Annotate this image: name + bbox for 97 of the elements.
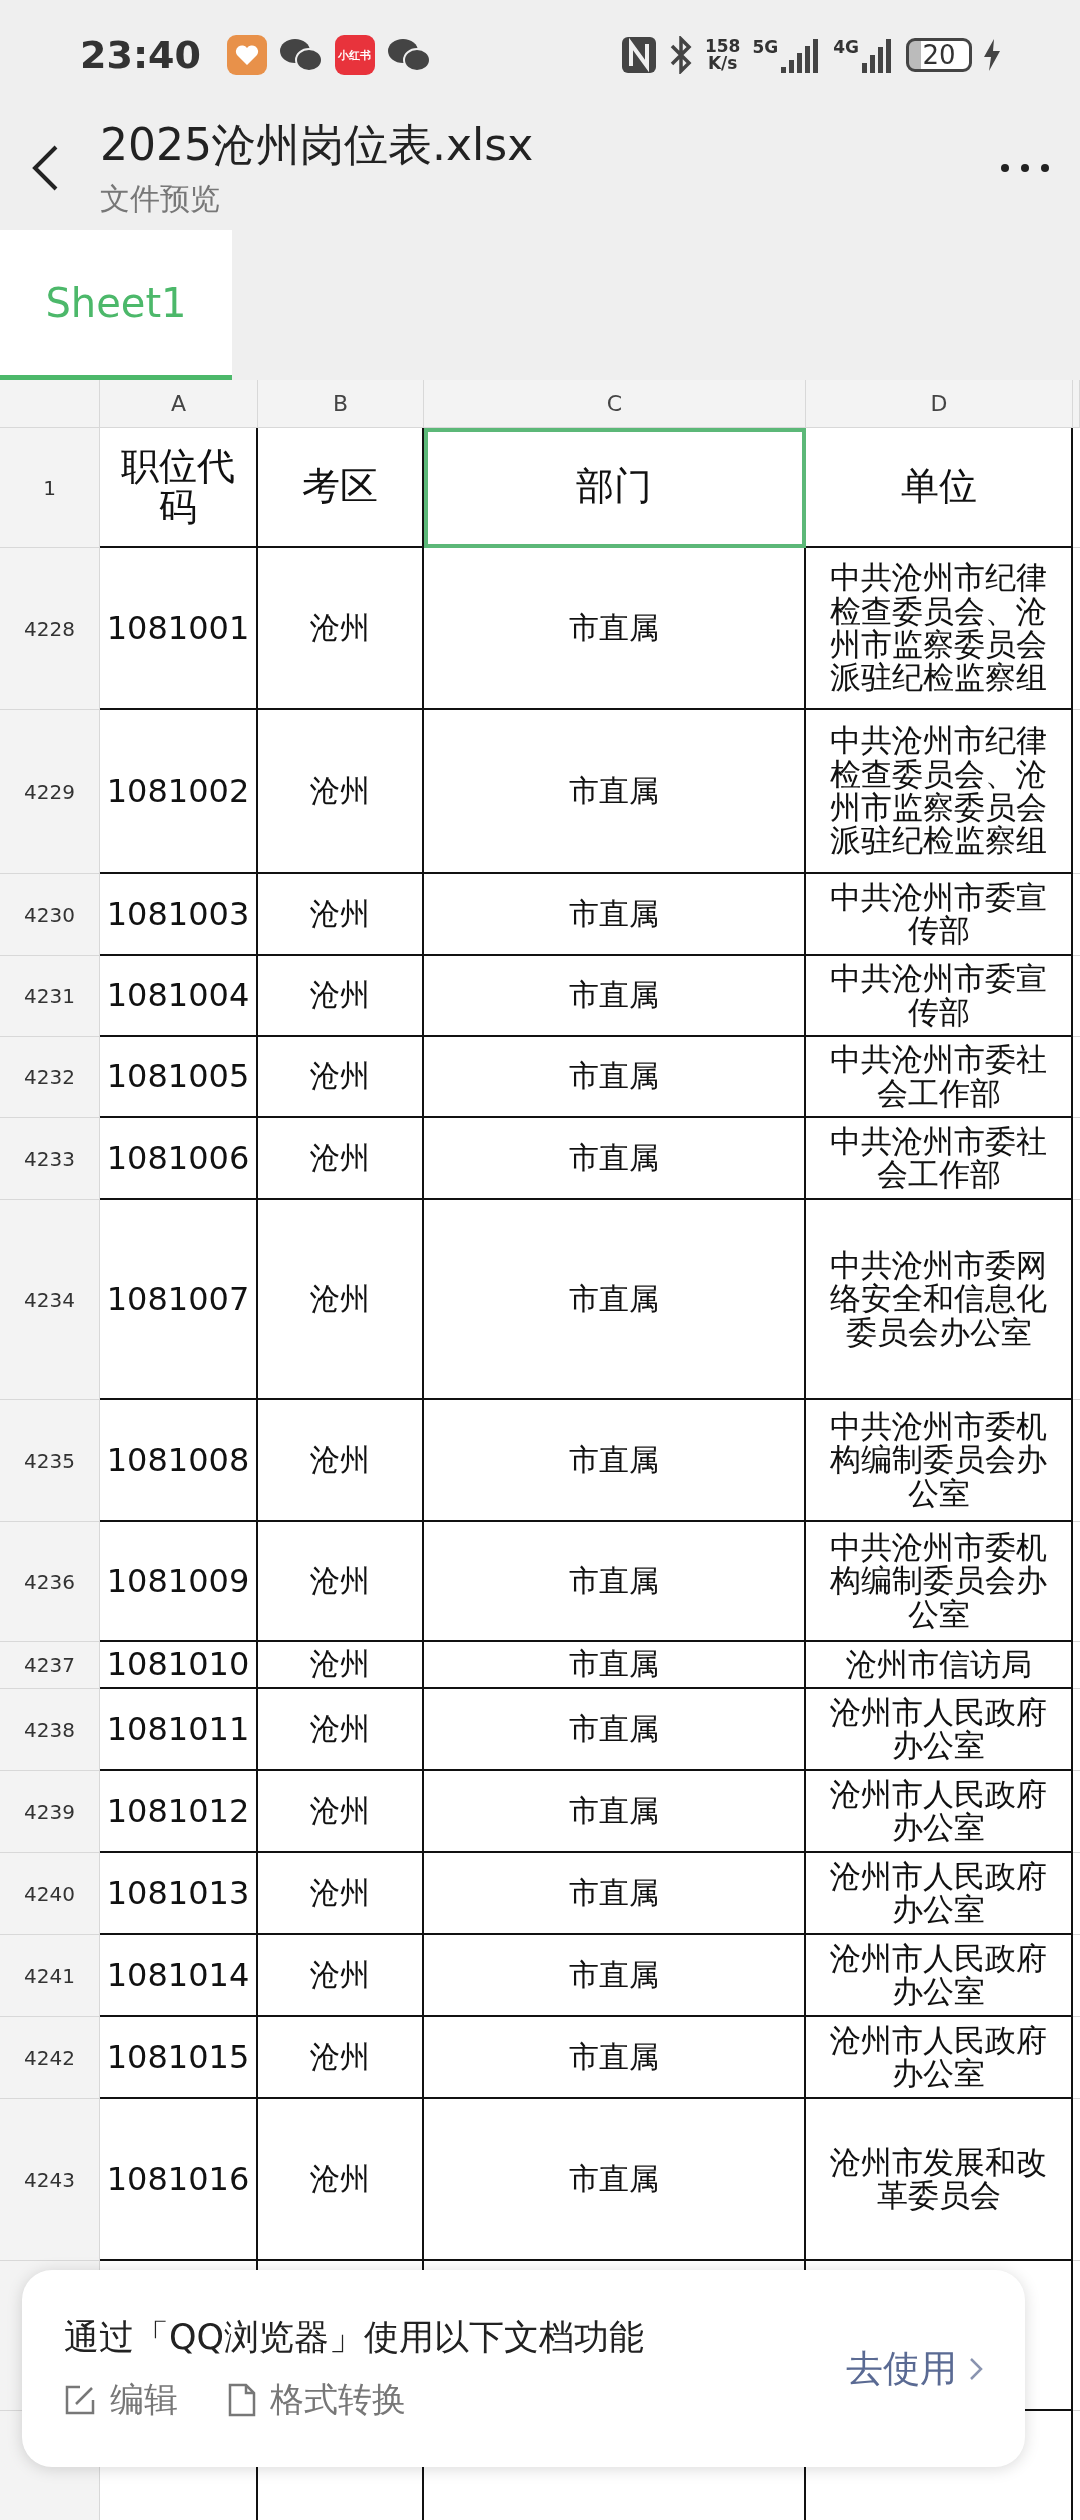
table-cell: 沧州 (258, 710, 424, 874)
row-number[interactable]: 4237 (0, 1642, 100, 1689)
table-cell: 市直属 (424, 2099, 806, 2261)
charging-bolt-icon (984, 39, 1000, 71)
document-icon (228, 2383, 256, 2417)
table-cell: 市直属 (424, 1200, 806, 1400)
row-number[interactable]: 4236 (0, 1522, 100, 1642)
chevron-right-icon (969, 2356, 983, 2381)
feature-option[interactable]: 编辑 (64, 2377, 178, 2423)
table-cell: 市直属 (424, 1522, 806, 1642)
row-number[interactable]: 4233 (0, 1118, 100, 1200)
chat-app-icon (278, 37, 323, 73)
network-label: 5G (752, 37, 779, 57)
table-cell: 沧州 (258, 2099, 424, 2261)
network-label: 4G (833, 37, 859, 57)
table-cell: 沧州 (258, 2017, 424, 2099)
header-cell: 考区 (258, 428, 424, 548)
signal-icon (862, 37, 894, 73)
more-options-icon[interactable] (1000, 162, 1050, 173)
header-cell: 部门 (424, 428, 806, 548)
bluetooth-icon (668, 36, 693, 74)
table-cell: 1081015 (100, 2017, 258, 2099)
row-number[interactable]: 4238 (0, 1689, 100, 1771)
heart-app-icon (226, 35, 267, 75)
table-cell: 1081009 (100, 1522, 258, 1642)
row-number[interactable]: 4242 (0, 2017, 100, 2099)
nfc-icon (620, 36, 657, 74)
table-cell: 市直属 (424, 1400, 806, 1522)
table-cell: 沧州 (258, 1037, 424, 1118)
table-cell: 市直属 (424, 548, 806, 710)
table-cell: 1081007 (100, 1200, 258, 1400)
table-cell: 1081012 (100, 1771, 258, 1853)
chat-app-icon (386, 37, 431, 73)
table-cell: 沧州 (258, 1118, 424, 1200)
go-use-link[interactable]: 去使用 (846, 2343, 983, 2394)
row-number[interactable]: 4228 (0, 548, 100, 710)
battery-indicator: 20 (906, 38, 972, 72)
back-button[interactable] (30, 143, 60, 192)
promo-message: 通过「QQ浏览器」使用以下文档功能 (64, 2316, 646, 2359)
file-title: 2025沧州岗位表.xlsx (100, 117, 535, 172)
row-number[interactable]: 4235 (0, 1400, 100, 1522)
row-number[interactable]: 4230 (0, 874, 100, 956)
column-header[interactable]: D (806, 380, 1073, 428)
row-number[interactable]: 1 (0, 428, 100, 548)
table-cell: 1081003 (100, 874, 258, 956)
speed-unit: K/s (707, 55, 738, 72)
column-header[interactable]: A (100, 380, 258, 428)
table-cell: 市直属 (424, 956, 806, 1037)
table-cell: 沧州 (258, 1400, 424, 1522)
table-cell: 沧州 (258, 1200, 424, 1400)
column-header[interactable]: C (424, 380, 806, 428)
row-number[interactable]: 4240 (0, 1853, 100, 1935)
table-cell: 沧州 (258, 1642, 424, 1689)
app-badge-icon: 小红书 (334, 35, 375, 75)
row-number[interactable]: 4229 (0, 710, 100, 874)
table-cell: 1081008 (100, 1400, 258, 1522)
table-cell: 1081006 (100, 1118, 258, 1200)
row-number[interactable]: 4239 (0, 1771, 100, 1853)
table-cell: 1081011 (100, 1689, 258, 1771)
column-header[interactable]: B (258, 380, 424, 428)
table-cell: 沧州 (258, 1853, 424, 1935)
table-cell: 市直属 (424, 1642, 806, 1689)
table-cell: 1081002 (100, 710, 258, 874)
table-cell: 1081005 (100, 1037, 258, 1118)
table-cell: 沧州 (258, 874, 424, 956)
table-cell: 沧州 (258, 1689, 424, 1771)
row-number[interactable]: 4232 (0, 1037, 100, 1118)
table-cell: 市直属 (424, 1853, 806, 1935)
clock-time: 23:40 (80, 33, 201, 77)
header-cell: 职位代码 (100, 428, 258, 548)
table-cell: 市直属 (424, 710, 806, 874)
file-subtitle: 文件预览 (100, 179, 221, 218)
table-cell: 1081014 (100, 1935, 258, 2017)
row-number[interactable]: 4231 (0, 956, 100, 1037)
table-cell: 1081010 (100, 1642, 258, 1689)
row-number[interactable]: 4243 (0, 2099, 100, 2261)
feature-option[interactable]: 格式转换 (228, 2377, 406, 2423)
table-cell: 1081016 (100, 2099, 258, 2261)
speed-value: 158 (704, 38, 741, 55)
edit-icon (64, 2384, 96, 2416)
table-cell: 市直属 (424, 1118, 806, 1200)
table-cell: 沧州 (258, 956, 424, 1037)
table-cell: 1081001 (100, 548, 258, 710)
table-cell: 1081013 (100, 1853, 258, 1935)
table-cell: 沧州 (258, 1771, 424, 1853)
row-number[interactable]: 4241 (0, 1935, 100, 2017)
table-cell: 沧州 (258, 548, 424, 710)
table-cell: 市直属 (424, 2017, 806, 2099)
table-cell: 市直属 (424, 1037, 806, 1118)
table-cell: 沧州 (258, 1935, 424, 2017)
table-cell: 1081004 (100, 956, 258, 1037)
table-cell: 市直属 (424, 874, 806, 956)
row-number[interactable]: 4234 (0, 1200, 100, 1400)
table-cell: 市直属 (424, 1689, 806, 1771)
table-cell: 市直属 (424, 1935, 806, 2017)
table-cell: 市直属 (424, 1771, 806, 1853)
table-cell: 沧州 (258, 1522, 424, 1642)
